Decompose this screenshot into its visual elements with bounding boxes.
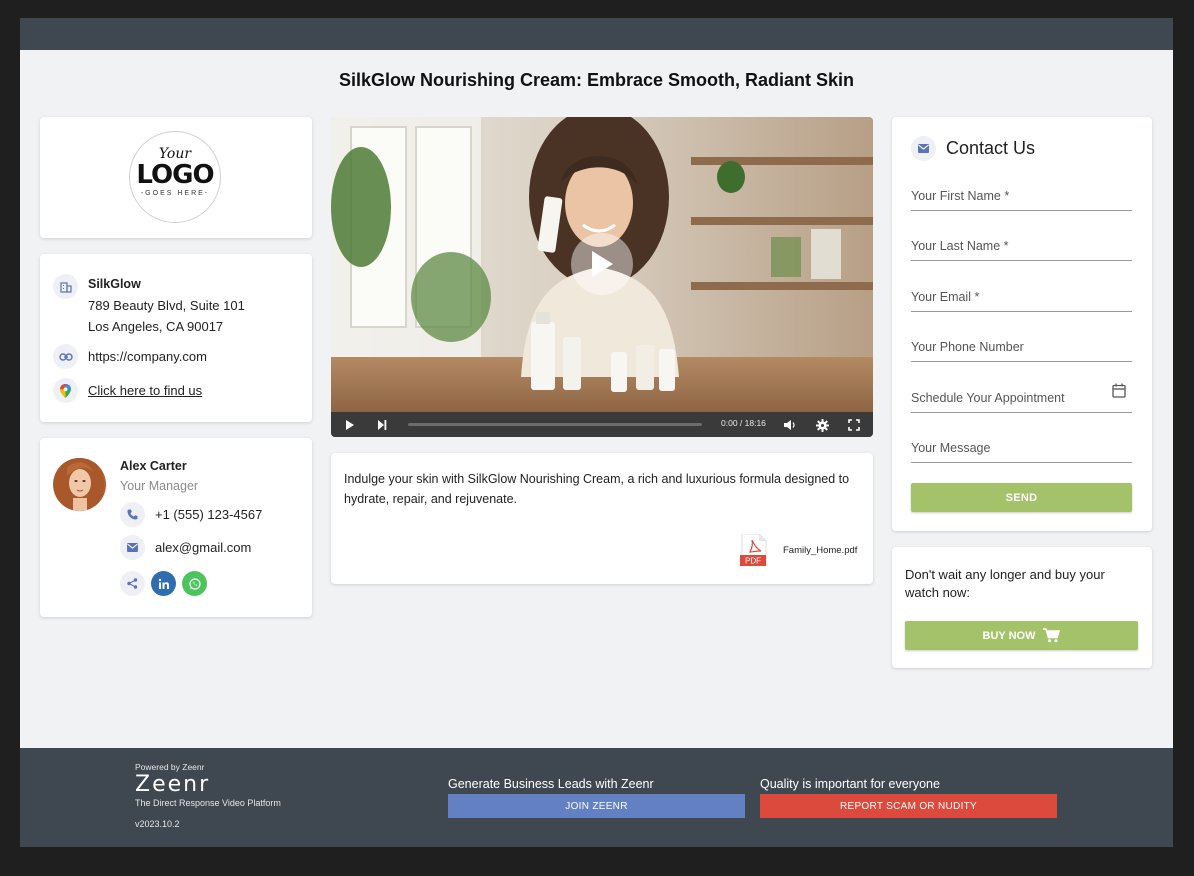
pdf-badge-text: PDF [745, 557, 761, 566]
phone-icon [120, 502, 145, 527]
find-us-link[interactable]: Click here to find us [88, 378, 202, 403]
app-frame: SilkGlow Nourishing Cream: Embrace Smoot… [20, 18, 1173, 847]
contact-form-card: Contact Us SEND [892, 117, 1152, 531]
last-name-input[interactable] [911, 238, 1132, 253]
share-icon[interactable] [120, 571, 145, 596]
company-website-link[interactable]: https://company.com [88, 344, 207, 369]
powered-by-text: Powered by Zeenr [135, 762, 205, 772]
logo-text-main: LOGO [136, 160, 214, 190]
manager-phone-row[interactable]: +1 (555) 123-4567 [120, 502, 262, 527]
buy-now-button[interactable]: BUY NOW [905, 621, 1138, 650]
page-title: SilkGlow Nourishing Cream: Embrace Smoot… [338, 70, 855, 90]
message-input[interactable] [911, 440, 1132, 455]
email-input[interactable] [911, 289, 1132, 304]
social-links [120, 571, 207, 596]
manager-avatar [53, 458, 106, 511]
manager-role: Your Manager [120, 479, 199, 493]
appointment-field[interactable] [911, 383, 1132, 413]
phone-input[interactable] [911, 339, 1132, 354]
logo-card: Your LOGO -GOES HERE- [40, 117, 312, 238]
buy-card: Don't wait any longer and buy your watch… [892, 547, 1152, 668]
company-info-card: SilkGlow 789 Beauty Blvd, Suite 101 Los … [40, 254, 312, 422]
email-icon [120, 535, 145, 560]
contact-header: Contact Us [911, 136, 1035, 161]
footer: Powered by Zeenr Zeenr The Direct Respon… [20, 748, 1173, 847]
send-button[interactable]: SEND [911, 483, 1132, 512]
app-version: v2023.10.2 [135, 819, 180, 829]
pdf-filename[interactable]: Family_Home.pdf [783, 545, 857, 556]
building-icon [53, 274, 78, 299]
video-progress-bar[interactable] [408, 423, 702, 426]
message-field[interactable] [911, 433, 1132, 463]
video-play-button[interactable] [571, 233, 633, 295]
company-logo: Your LOGO -GOES HERE- [129, 131, 221, 223]
pdf-attachment[interactable]: PDF Family_Home.pdf [740, 534, 857, 566]
manager-email-row[interactable]: alex@gmail.com [120, 535, 251, 560]
first-name-field[interactable] [911, 181, 1132, 211]
map-pin-icon [53, 378, 78, 403]
email-field[interactable] [911, 282, 1132, 312]
last-name-field[interactable] [911, 231, 1132, 261]
link-icon [53, 344, 78, 369]
calendar-icon[interactable] [1112, 383, 1126, 403]
linkedin-icon[interactable] [151, 571, 176, 596]
video-time: 0:00 / 18:16 [721, 418, 766, 428]
company-website-row[interactable]: https://company.com [53, 344, 207, 369]
contact-title: Contact Us [946, 138, 1036, 158]
settings-gear-icon[interactable] [813, 416, 831, 434]
email-icon [911, 136, 936, 161]
top-bar [20, 18, 1173, 50]
company-address-line1: 789 Beauty Blvd, Suite 101 [88, 298, 245, 313]
quality-label: Quality is important for everyone [760, 777, 940, 791]
product-description: Indulge your skin with SilkGlow Nourishi… [344, 472, 850, 506]
company-address-row: SilkGlow 789 Beauty Blvd, Suite 101 Los … [53, 274, 245, 337]
zeenr-logo[interactable]: Zeenr [135, 772, 210, 797]
video-controls: 0:00 / 18:16 [331, 412, 873, 437]
company-map-row[interactable]: Click here to find us [53, 378, 202, 403]
buy-prompt: Don't wait any longer and buy your watch… [905, 567, 1105, 600]
report-scam-button[interactable]: REPORT SCAM OR NUDITY [760, 794, 1057, 818]
video-player[interactable]: 0:00 / 18:16 [331, 117, 873, 437]
whatsapp-icon[interactable] [182, 571, 207, 596]
company-name: SilkGlow [88, 277, 141, 291]
leads-label: Generate Business Leads with Zeenr [448, 777, 654, 791]
play-icon[interactable] [341, 416, 359, 434]
logo-text-tagline: -GOES HERE- [140, 190, 210, 197]
company-address-line2: Los Angeles, CA 90017 [88, 319, 224, 334]
zeenr-tagline: The Direct Response Video Platform [135, 798, 281, 808]
volume-icon[interactable] [781, 416, 799, 434]
manager-phone[interactable]: +1 (555) 123-4567 [155, 507, 262, 522]
cart-icon [1043, 628, 1061, 643]
manager-card: Alex Carter Your Manager +1 (555) 123-45… [40, 438, 312, 617]
appointment-input[interactable] [911, 390, 1112, 405]
description-card: Indulge your skin with SilkGlow Nourishi… [331, 453, 873, 584]
join-zeenr-button[interactable]: JOIN ZEENR [448, 794, 745, 818]
skip-next-icon[interactable] [373, 416, 391, 434]
buy-now-label: BUY NOW [982, 629, 1036, 642]
pdf-file-icon: PDF [740, 534, 767, 566]
fullscreen-icon[interactable] [845, 416, 863, 434]
phone-field[interactable] [911, 332, 1132, 362]
manager-email[interactable]: alex@gmail.com [155, 540, 251, 555]
first-name-input[interactable] [911, 188, 1132, 203]
manager-name: Alex Carter [120, 459, 187, 473]
